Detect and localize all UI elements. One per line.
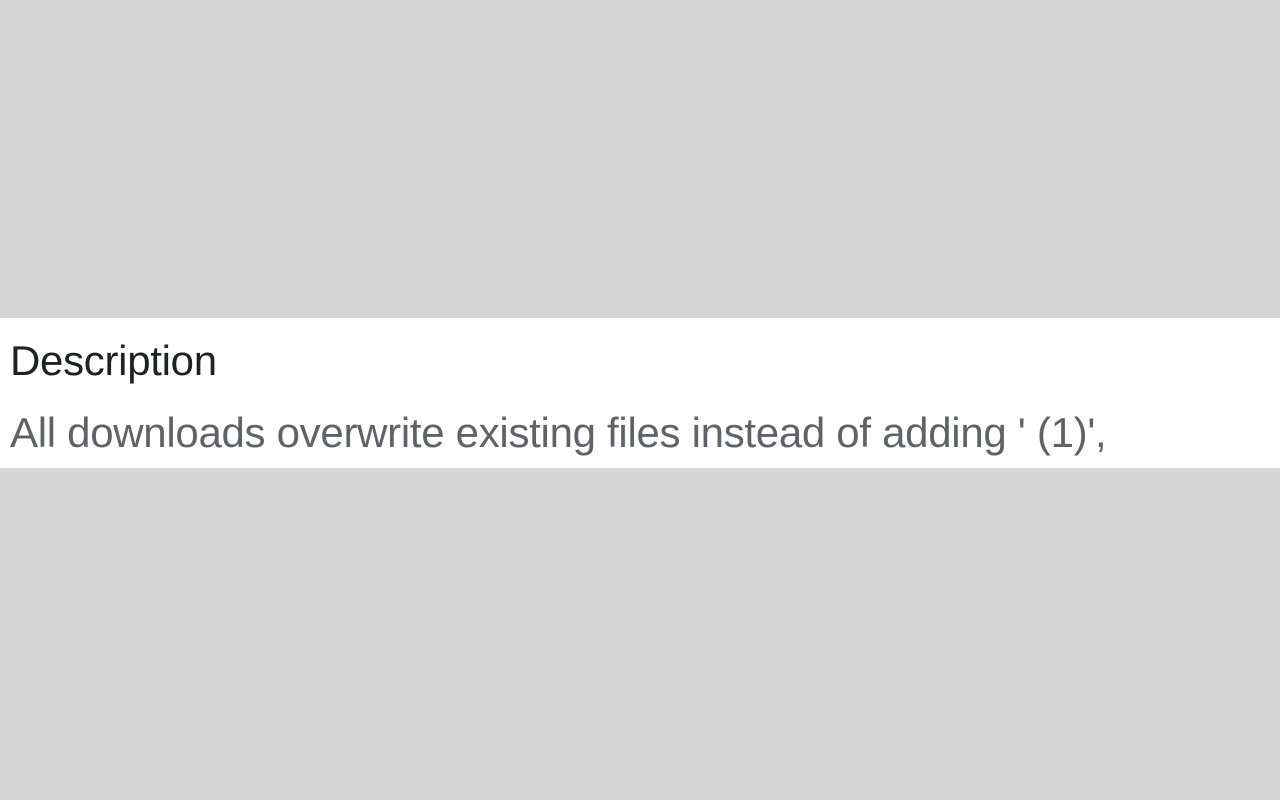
description-heading: Description [10,336,1270,386]
description-body: All downloads overwrite existing files i… [10,408,1270,458]
description-panel: Description All downloads overwrite exis… [0,318,1280,468]
